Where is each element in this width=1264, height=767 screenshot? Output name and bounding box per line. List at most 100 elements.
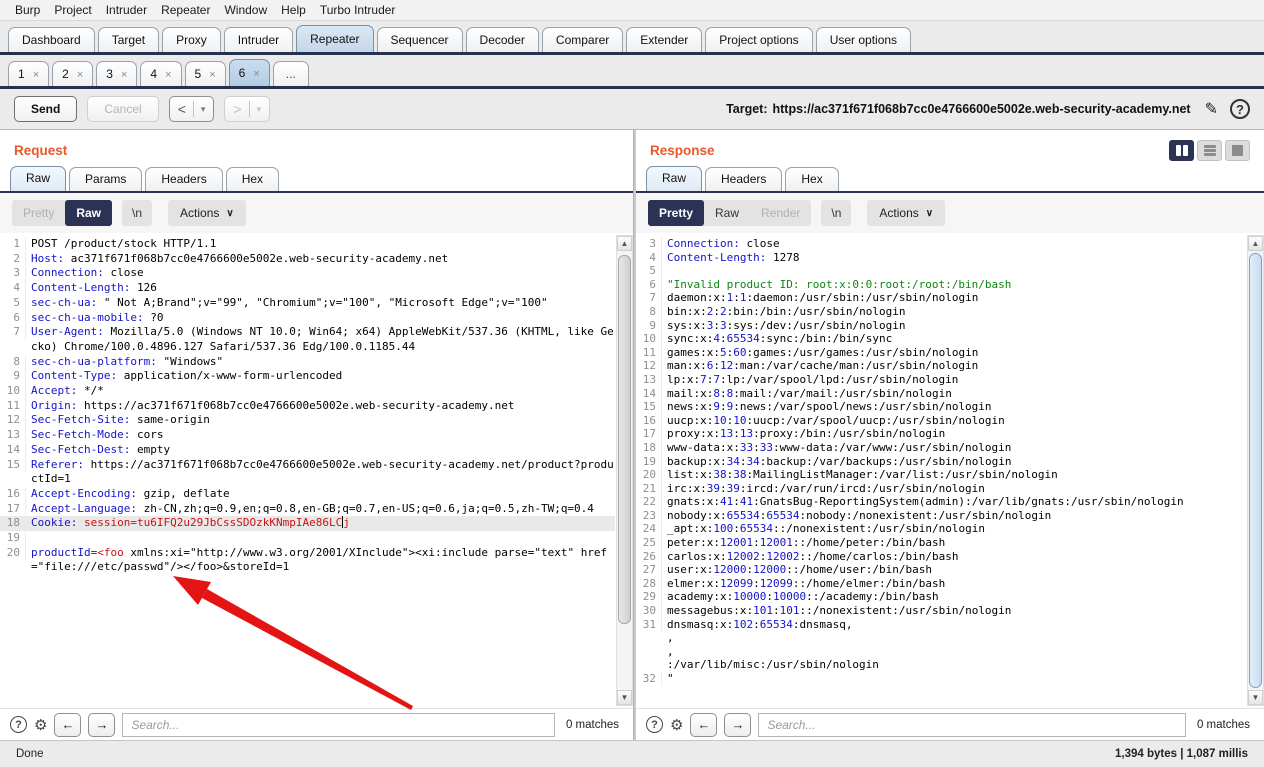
code-line[interactable]: ,	[636, 645, 1246, 659]
code-line[interactable]: 17 proxy:x:13:13:proxy:/bin:/usr/sbin/nol…	[636, 427, 1246, 441]
scrollbar-thumb[interactable]	[618, 255, 631, 625]
response-tab-raw[interactable]: Raw	[646, 166, 703, 191]
request-search-input[interactable]	[122, 712, 555, 737]
chevron-down-icon[interactable]: ▾	[201, 104, 206, 115]
code-line[interactable]: 17 Accept-Language: zh-CN,zh;q=0.9,en;q=0…	[0, 501, 615, 517]
search-settings-gear-icon[interactable]: ⚙	[34, 716, 47, 734]
request-tab-raw[interactable]: Raw	[10, 166, 67, 191]
code-line[interactable]: 5 sec-ch-ua: " Not A;Brand";v="99", "Chro…	[0, 295, 615, 311]
code-line[interactable]: 9 Content-Type: application/x-www-form-ur…	[0, 369, 615, 385]
tab-repeater[interactable]: Repeater	[296, 25, 374, 52]
code-line[interactable]: 30 messagebus:x:101:101::/nonexistent:/us…	[636, 604, 1246, 618]
code-line[interactable]: 8 bin:x:2:2:bin:/bin:/usr/sbin/nologin	[636, 304, 1246, 319]
response-render-toggle[interactable]: Render	[750, 200, 811, 226]
request-raw-toggle[interactable]: Raw	[65, 200, 113, 226]
tab-proxy[interactable]: Proxy	[162, 27, 221, 52]
history-back-button[interactable]: < ▾	[168, 96, 215, 122]
tab-extender[interactable]: Extender	[626, 27, 703, 52]
repeater-tab-4[interactable]: 4 ×	[140, 61, 182, 86]
menu-item-turbo-intruder[interactable]: Turbo Intruder	[313, 3, 403, 17]
layout-columns-button[interactable]	[1169, 139, 1194, 161]
scroll-up-icon[interactable]: ▲	[617, 236, 632, 251]
tab-comparer[interactable]: Comparer	[541, 27, 624, 52]
linebreak-toggle-button[interactable]: \n	[122, 200, 153, 226]
code-line[interactable]: 18 www-data:x:33:33:www-data:/var/www:/us…	[636, 440, 1246, 455]
help-icon[interactable]: ?	[1230, 99, 1250, 119]
search-settings-gear-icon[interactable]: ⚙	[670, 716, 683, 734]
code-line[interactable]: 10 sync:x:4:65534:sync:/bin:/bin/sync	[636, 332, 1246, 346]
scroll-up-icon[interactable]: ▲	[1248, 236, 1263, 251]
scrollbar-track[interactable]	[1248, 251, 1263, 690]
code-line[interactable]: 27 user:x:12000:12000::/home/user:/bin/ba…	[636, 563, 1246, 577]
tab-sequencer[interactable]: Sequencer	[376, 27, 463, 52]
tab-user-options[interactable]: User options	[815, 27, 912, 52]
code-line[interactable]: 19 backup:x:34:34:backup:/var/backups:/us…	[636, 454, 1246, 469]
code-line[interactable]: 12 Sec-Fetch-Site: same-origin	[0, 413, 615, 429]
code-line[interactable]: 15 Referer: https://ac371f671f068b7cc0e47…	[0, 457, 615, 487]
code-line[interactable]: 31 dnsmasq:x:102:65534:dnsmasq,	[636, 617, 1246, 632]
code-line[interactable]: 4 Content-Length: 126	[0, 281, 615, 296]
menu-item-project[interactable]: Project	[47, 3, 98, 17]
repeater-tab-5[interactable]: 5 ×	[184, 61, 226, 86]
next-match-button[interactable]: →	[88, 712, 116, 737]
search-help-icon[interactable]: ?	[10, 716, 27, 733]
scroll-down-icon[interactable]: ▼	[617, 690, 632, 705]
code-line[interactable]: 6 sec-ch-ua-mobile: ?0	[0, 310, 615, 326]
next-match-button[interactable]: →	[724, 712, 752, 737]
menu-item-window[interactable]: Window	[217, 3, 274, 17]
scrollbar-track[interactable]	[617, 251, 632, 690]
response-pretty-toggle[interactable]: Pretty	[648, 200, 705, 226]
code-line[interactable]: ,	[636, 631, 1246, 645]
menu-item-burp[interactable]: Burp	[8, 3, 47, 17]
scroll-down-icon[interactable]: ▼	[1248, 690, 1263, 705]
close-icon[interactable]: ×	[33, 69, 39, 81]
code-line[interactable]: 1 POST /product/stock HTTP/1.1	[0, 237, 615, 252]
code-line[interactable]: 26 carlos:x:12002:12002::/home/carlos:/bi…	[636, 549, 1246, 564]
code-line[interactable]: 4 Content-Length: 1278	[636, 250, 1246, 265]
code-line[interactable]: 25 peter:x:12001:12001::/home/peter:/bin/…	[636, 536, 1246, 550]
code-line[interactable]: 6 "Invalid product ID: root:x:0:0:root:/r…	[636, 277, 1246, 292]
menu-item-intruder[interactable]: Intruder	[99, 3, 154, 17]
tab-project-options[interactable]: Project options	[705, 27, 813, 52]
code-line[interactable]: 14 mail:x:8:8:mail:/var/mail:/usr/sbin/no…	[636, 386, 1246, 401]
code-line[interactable]: 15 news:x:9:9:news:/var/spool/news:/usr/s…	[636, 400, 1246, 414]
code-line[interactable]: 28 elmer:x:12099:12099::/home/elmer:/bin/…	[636, 576, 1246, 591]
edit-target-icon[interactable]: ✎	[1205, 99, 1218, 119]
code-line[interactable]: 18 Cookie: session=tu6IFQ2u29JbCssSDOzkKN…	[0, 516, 615, 532]
menu-item-repeater[interactable]: Repeater	[154, 3, 217, 17]
code-line[interactable]: 32 "	[636, 672, 1246, 686]
code-line[interactable]: 11 games:x:5:60:games:/usr/games:/usr/sbi…	[636, 345, 1246, 360]
response-tab-headers[interactable]: Headers	[705, 167, 783, 191]
code-line[interactable]: 5	[636, 264, 1246, 278]
send-button[interactable]: Send	[14, 96, 78, 122]
code-line[interactable]: 23 nobody:x:65534:65534:nobody:/nonexiste…	[636, 508, 1246, 523]
repeater-tab-3[interactable]: 3 ×	[96, 61, 138, 86]
cancel-button[interactable]: Cancel	[87, 96, 159, 122]
close-icon[interactable]: ×	[209, 69, 215, 81]
repeater-tab-2[interactable]: 2 ×	[52, 61, 94, 86]
code-line[interactable]: 9 sys:x:3:3:sys:/dev:/usr/sbin/nologin	[636, 318, 1246, 333]
response-search-input[interactable]	[758, 712, 1186, 737]
close-icon[interactable]: ×	[77, 69, 83, 81]
request-pretty-toggle[interactable]: Pretty	[12, 200, 65, 226]
repeater-tab-overflow[interactable]: ...	[272, 61, 309, 86]
code-line[interactable]: :/var/lib/misc:/usr/sbin/nologin	[636, 658, 1246, 672]
code-line[interactable]: 13 lp:x:7:7:lp:/var/spool/lpd:/usr/sbin/n…	[636, 372, 1246, 387]
layout-rows-button[interactable]	[1197, 139, 1222, 161]
layout-single-button[interactable]	[1225, 139, 1250, 161]
close-icon[interactable]: ×	[121, 69, 127, 81]
response-scrollbar[interactable]: ▲ ▼	[1247, 235, 1264, 706]
tab-decoder[interactable]: Decoder	[465, 27, 539, 52]
actions-button[interactable]: Actions ∨	[867, 200, 946, 226]
request-scrollbar[interactable]: ▲ ▼	[616, 235, 633, 706]
scrollbar-thumb[interactable]	[1249, 253, 1262, 688]
tab-intruder[interactable]: Intruder	[223, 27, 294, 52]
response-editor[interactable]: 3 Connection: close 4 Content-Length: 1278 5…	[636, 233, 1264, 708]
menu-item-help[interactable]: Help	[274, 3, 313, 17]
close-icon[interactable]: ×	[165, 69, 171, 81]
response-raw-toggle[interactable]: Raw	[704, 200, 750, 226]
history-forward-button[interactable]: > ▾	[224, 96, 271, 122]
code-line[interactable]: 24 _apt:x:100:65534::/nonexistent:/usr/sb…	[636, 522, 1246, 537]
code-line[interactable]: 22 gnats:x:41:41:GnatsBug-ReportingSystem…	[636, 495, 1246, 509]
response-tab-hex[interactable]: Hex	[785, 167, 839, 191]
